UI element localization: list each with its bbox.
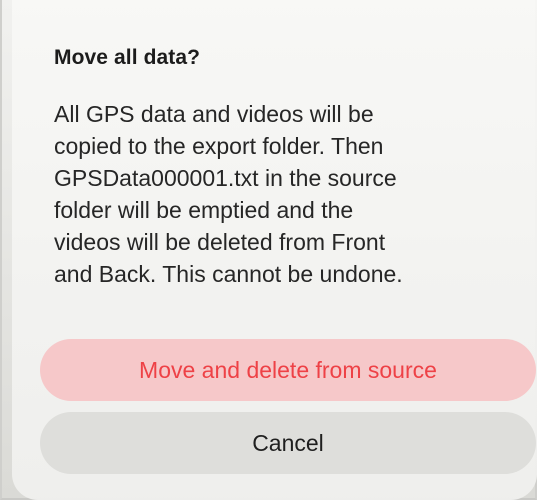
move-and-delete-button[interactable]: Move and delete from source bbox=[40, 339, 536, 401]
dialog-title: Move all data? bbox=[54, 46, 201, 69]
cancel-button[interactable]: Cancel bbox=[40, 412, 536, 474]
message-line: folder will be emptied and the bbox=[54, 197, 354, 223]
dialog-message: All GPS data and videos will be copied t… bbox=[54, 98, 524, 290]
message-line: and Back. This cannot be undone. bbox=[54, 261, 403, 287]
message-line: GPSData000001.txt in the source bbox=[54, 165, 397, 191]
message-line: All GPS data and videos will be bbox=[54, 101, 374, 127]
message-line: copied to the export folder. Then bbox=[54, 133, 384, 159]
message-line: videos will be deleted from Front bbox=[54, 229, 386, 255]
move-data-alert-dialog: Move all data? All GPS data and videos w… bbox=[12, 0, 537, 500]
